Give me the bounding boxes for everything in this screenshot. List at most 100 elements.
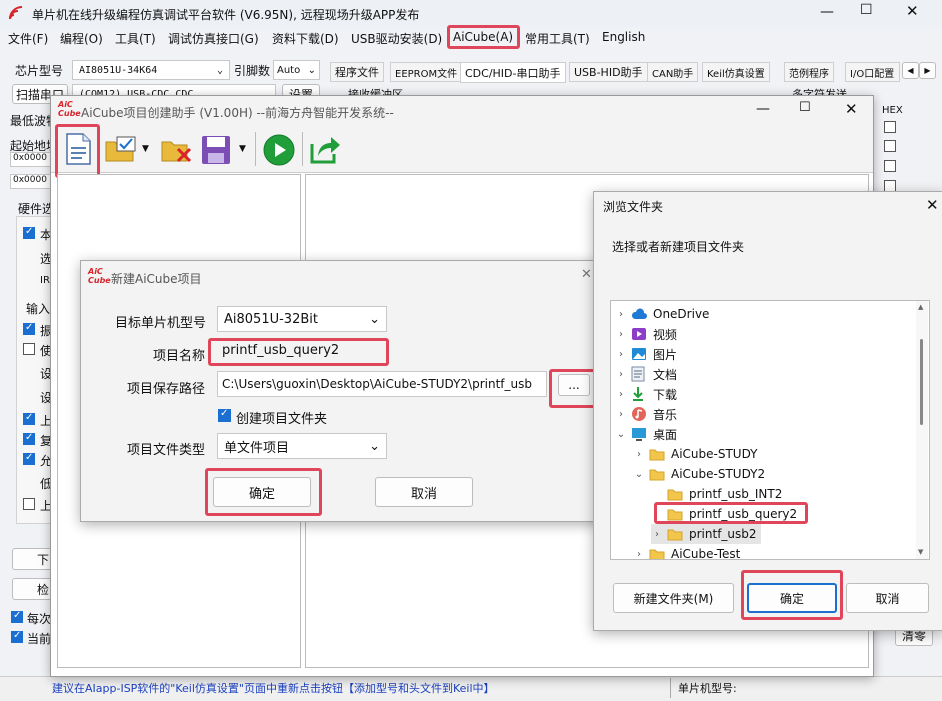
folder-tree-item[interactable]: › AiCube-STUDY [633, 444, 758, 464]
folder-tree-item[interactable]: › 图片 [615, 344, 677, 364]
folder-tree-item[interactable]: › 下载 [615, 384, 677, 404]
folder-tree-item[interactable]: › 文档 [615, 364, 677, 384]
maximize-icon[interactable]: ☐ [799, 100, 811, 115]
chip-select[interactable]: AI8051U-34K64 ⌄ [72, 60, 230, 80]
tab-scroll-left-icon[interactable]: ◀ [902, 62, 919, 79]
folder-tree[interactable]: › OneDrive › 视频 › 图片 › 文档 › 下载 › 音乐 ⌄ 桌面 › AiCube-STUDY… [610, 300, 930, 560]
folder-tree-item[interactable]: › printf_usb2 [651, 524, 761, 544]
new-project-ok-button[interactable]: 确定 [213, 477, 311, 507]
tab-eeprom-file[interactable]: EEPROM文件 [390, 62, 463, 82]
open-project-icon[interactable] [105, 136, 137, 162]
scrollbar-thumb[interactable] [920, 339, 923, 425]
option-checkbox[interactable] [23, 226, 35, 239]
toolbar-separator [302, 132, 303, 166]
new-project-cancel-button[interactable]: 取消 [375, 477, 473, 507]
close-icon[interactable]: ✕ [906, 2, 919, 20]
menu-aicube[interactable]: AiCube(A) [453, 30, 513, 44]
chevron-right-icon[interactable]: › [615, 329, 627, 340]
scroll-up-icon[interactable]: ▲ [918, 303, 923, 311]
document-icon [631, 366, 649, 382]
tree-scrollbar[interactable]: ▲ ▼ [916, 301, 928, 559]
close-icon[interactable]: ✕ [581, 267, 592, 282]
start-address-field[interactable]: 0x0000 [10, 152, 52, 167]
menu-file[interactable]: 文件(F) [8, 30, 48, 47]
tab-io-config[interactable]: I/O口配置 [845, 62, 900, 82]
tab-examples[interactable]: 范例程序 [784, 62, 834, 82]
chevron-right-icon[interactable]: › [615, 409, 627, 420]
hex-checkbox[interactable] [884, 140, 896, 152]
option-checkbox[interactable] [23, 412, 35, 425]
scroll-down-icon[interactable]: ▼ [918, 548, 923, 556]
folder-tree-item[interactable]: printf_usb_query2 [651, 504, 797, 524]
hex-checkbox[interactable] [884, 121, 896, 133]
current-checkbox[interactable] [11, 630, 23, 643]
save-path-input[interactable]: C:\Users\guoxin\Desktop\AiCube-STUDY2\pr… [217, 371, 547, 397]
tab-program-file[interactable]: 程序文件 [330, 62, 384, 82]
delete-project-icon[interactable] [161, 136, 193, 164]
menu-program[interactable]: 编程(O) [60, 30, 103, 47]
tab-can[interactable]: CAN助手 [647, 62, 699, 82]
project-name-input[interactable]: printf_usb_query2 [219, 339, 389, 365]
close-icon[interactable]: ✕ [845, 100, 858, 118]
save-icon[interactable] [201, 135, 231, 165]
menu-english[interactable]: English [602, 30, 645, 44]
dropdown-arrow-icon[interactable]: ▼ [239, 144, 246, 154]
check-button[interactable]: 检 [12, 578, 54, 600]
dropdown-arrow-icon[interactable]: ▼ [142, 144, 149, 154]
each-time-checkbox[interactable] [11, 610, 23, 623]
download-button[interactable]: 下 [12, 548, 54, 570]
option-checkbox[interactable] [23, 343, 35, 355]
run-icon[interactable] [263, 134, 295, 166]
end-address-field[interactable]: 0x0000 [10, 174, 52, 189]
folder-tree-item-label: 下载 [653, 387, 678, 402]
tab-scroll-right-icon[interactable]: ▶ [919, 62, 936, 79]
chevron-right-icon[interactable]: › [633, 549, 645, 560]
pin-select[interactable]: Auto ⌄ [273, 60, 320, 80]
folder-tree-item[interactable]: › 视频 [615, 324, 677, 344]
menu-usb-driver[interactable]: USB驱动安装(D) [351, 30, 442, 47]
browse-cancel-button[interactable]: 取消 [846, 583, 929, 613]
mcu-select[interactable]: Ai8051U-32Bit ⌄ [217, 306, 387, 332]
menu-common-tools[interactable]: 常用工具(T) [525, 30, 590, 47]
folder-tree-item[interactable]: › AiCube-Test [633, 544, 740, 560]
folder-tree-item[interactable]: printf_usb_INT2 [651, 484, 782, 504]
option-checkbox[interactable] [23, 452, 35, 465]
chevron-down-icon[interactable]: ⌄ [615, 429, 627, 440]
folder-tree-item[interactable]: ⌄ AiCube-STUDY2 [633, 464, 765, 484]
browse-ok-button[interactable]: 确定 [747, 583, 837, 613]
save-path-label: 项目保存路径 [127, 382, 206, 397]
maximize-icon[interactable]: ☐ [860, 2, 873, 18]
new-project-icon[interactable] [64, 133, 92, 165]
option-checkbox[interactable] [23, 322, 35, 335]
option-checkbox[interactable] [23, 432, 35, 445]
minimize-icon[interactable]: — [820, 4, 834, 20]
close-icon[interactable]: ✕ [926, 196, 939, 214]
folder-tree-item[interactable]: ⌄ 桌面 [615, 424, 677, 444]
folder-tree-item[interactable]: › OneDrive [615, 304, 709, 324]
chevron-right-icon[interactable]: › [615, 369, 627, 380]
chevron-right-icon[interactable]: › [615, 349, 627, 360]
project-type-select[interactable]: 单文件项目 ⌄ [217, 433, 387, 459]
minimize-icon[interactable]: — [756, 101, 770, 117]
menu-download[interactable]: 资料下载(D) [272, 30, 339, 47]
chevron-right-icon[interactable]: › [615, 389, 627, 400]
folder-icon [667, 528, 685, 541]
each-time-label: 每次 [27, 612, 52, 626]
chevron-right-icon[interactable]: › [615, 309, 627, 320]
browse-path-button[interactable]: ... [558, 374, 590, 396]
export-icon[interactable] [309, 134, 341, 164]
chevron-right-icon[interactable]: › [633, 449, 645, 460]
desktop-icon [631, 427, 649, 441]
option-checkbox[interactable] [23, 498, 35, 510]
menu-tools[interactable]: 工具(T) [115, 30, 156, 47]
tab-serial-assistant[interactable]: CDC/HID-串口助手 [460, 62, 566, 83]
chevron-down-icon[interactable]: ⌄ [633, 469, 645, 480]
new-folder-button[interactable]: 新建文件夹(M) [613, 583, 734, 613]
create-folder-checkbox[interactable] [218, 408, 231, 422]
tab-usb-hid[interactable]: USB-HID助手 [569, 62, 648, 82]
tab-keil-sim[interactable]: Keil仿真设置 [702, 62, 770, 82]
chevron-right-icon[interactable]: › [651, 529, 663, 540]
folder-tree-item[interactable]: › 音乐 [615, 404, 677, 424]
menu-debug-interface[interactable]: 调试仿真接口(G) [168, 30, 259, 47]
hex-checkbox[interactable] [884, 160, 896, 172]
